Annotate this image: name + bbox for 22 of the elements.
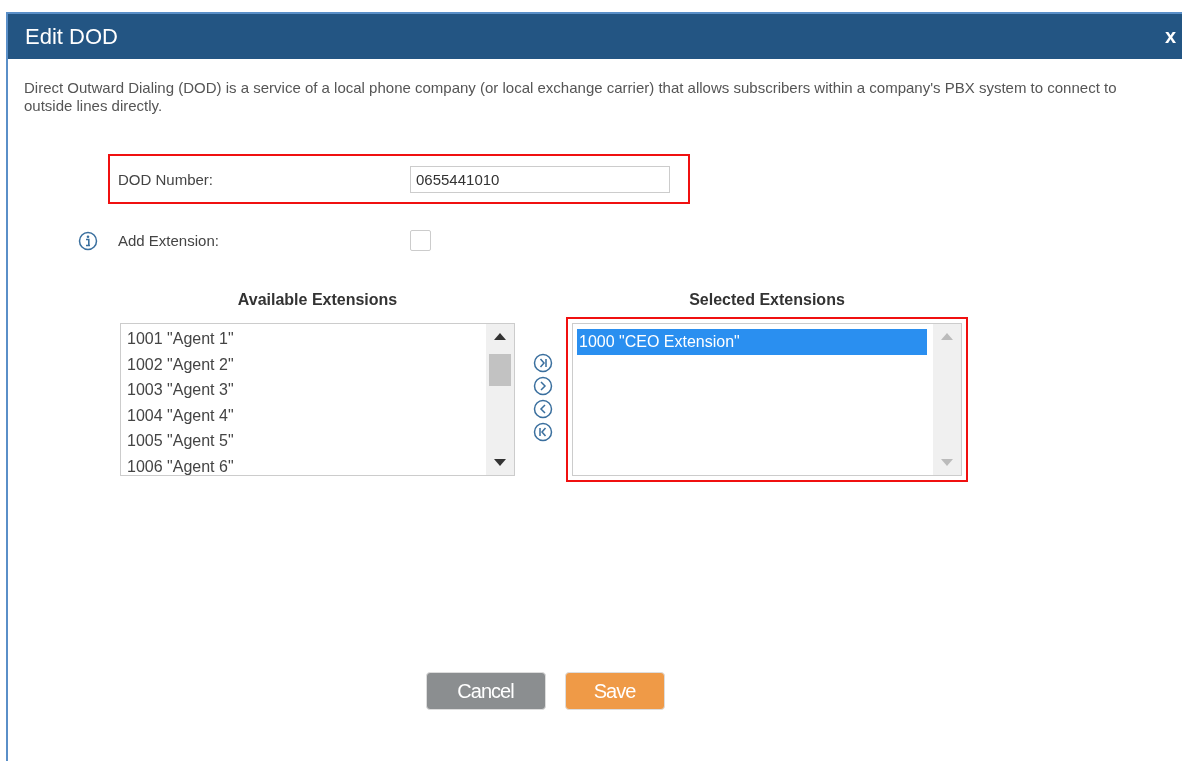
info-icon[interactable]	[78, 230, 98, 251]
field-label: Add Extension:	[118, 232, 220, 249]
window-title: Edit DOD	[25, 23, 118, 50]
scroll-bar[interactable]	[486, 324, 514, 475]
checkbox[interactable]	[410, 230, 431, 251]
list-heading: Available Extensions	[237, 291, 398, 309]
extension-item[interactable]: 1005 "Agent 5"	[125, 428, 234, 454]
extension-item[interactable]: 1002 "Agent 2"	[125, 351, 234, 377]
scroll-bar[interactable]	[933, 324, 961, 475]
list-heading: Selected Extensions	[689, 291, 845, 309]
description: Direct Outward Dialing (DOD) is a service of a local phone company (or local exchange carrier) that allows subscribers within a company's PBX system to connect to outside lines directly.	[24, 79, 1118, 115]
dod-number-field[interactable]: 0655441010	[410, 165, 670, 193]
move-all-right-icon[interactable]	[533, 353, 553, 373]
move-left-icon[interactable]	[533, 399, 553, 419]
field-label: DOD Number:	[118, 170, 215, 188]
extension-item[interactable]: 1003 "Agent 3"	[125, 377, 234, 403]
move-right-icon[interactable]	[533, 376, 553, 396]
extension-item[interactable]: 1006 "Agent 6"	[125, 453, 234, 475]
extension-item[interactable]: 1001 "Agent 1"	[125, 326, 234, 352]
extension-item[interactable]: 1004 "Agent 4"	[125, 402, 234, 428]
close-button[interactable]: x	[1164, 25, 1176, 48]
move-all-left-icon[interactable]	[533, 422, 553, 442]
